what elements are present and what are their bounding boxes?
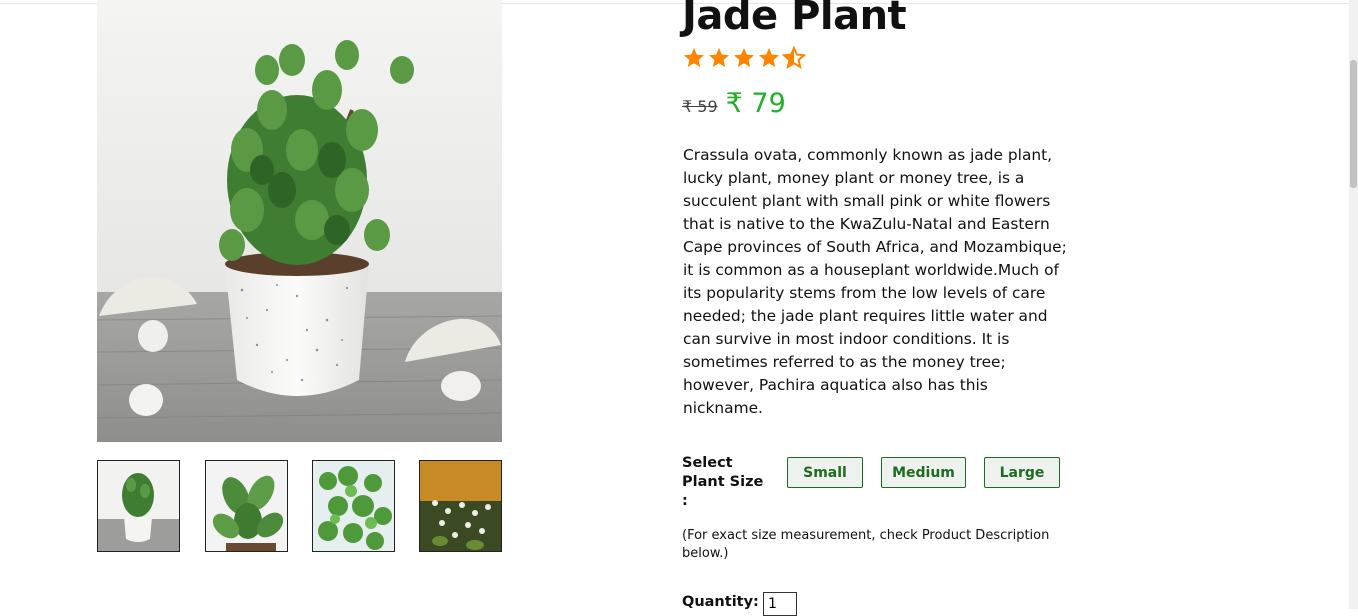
product-title: Jade Plant: [682, 0, 907, 39]
size-large-button[interactable]: Large: [984, 457, 1060, 488]
rating-stars: [682, 46, 806, 70]
scrollbar-thumb[interactable]: [1350, 60, 1357, 188]
thumbnail-jade-leaves-closeup[interactable]: [205, 460, 288, 552]
size-medium-button[interactable]: Medium: [881, 457, 966, 488]
star-full-icon: [684, 48, 704, 67]
product-description: Crassula ovata, commonly known as jade p…: [683, 146, 1067, 417]
thumbnail-jade-plant-pot[interactable]: [97, 460, 180, 552]
size-small-button[interactable]: Small: [787, 457, 863, 488]
star-half-icon: [782, 46, 806, 70]
price-row: ₹ 59 ₹ 79: [682, 88, 786, 119]
thumbnail-jade-foliage[interactable]: [312, 460, 395, 552]
size-measurement-note: (For exact size measurement, check Produ…: [682, 528, 1050, 561]
original-price: ₹ 59: [682, 97, 718, 116]
quantity-input[interactable]: [763, 592, 797, 616]
sale-price: ₹ 79: [725, 88, 786, 119]
size-selector-label: Select Plant Size :: [682, 455, 764, 509]
page-scrollbar[interactable]: [1349, 0, 1358, 609]
star-full-icon: [734, 48, 754, 67]
product-main-image: [97, 0, 502, 442]
quantity-label: Quantity:: [682, 594, 759, 610]
star-full-icon: [759, 48, 779, 67]
star-full-icon: [709, 48, 729, 67]
thumbnail-jade-flowering[interactable]: [419, 460, 502, 552]
